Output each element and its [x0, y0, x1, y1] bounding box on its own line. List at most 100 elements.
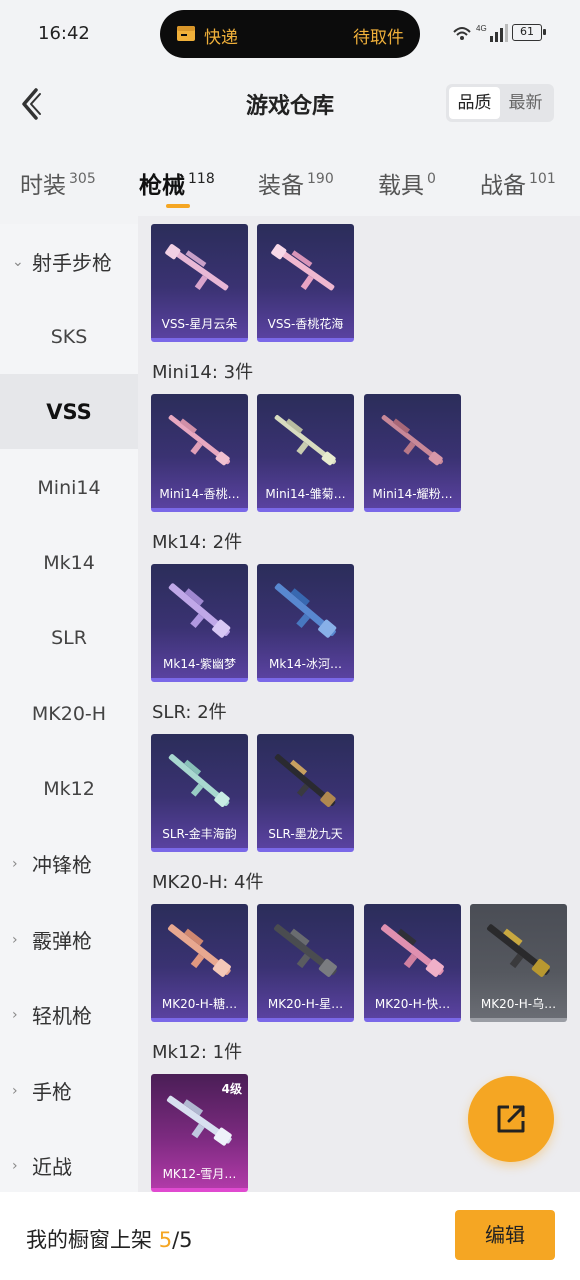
live-notification-pill[interactable]: 快递 待取件 — [160, 10, 420, 58]
weapon-card[interactable]: MK20-H-快… — [364, 904, 461, 1022]
weapon-card[interactable]: MK20-H-乌… — [470, 904, 567, 1022]
weapon-name: SLR-金丰海韵 — [162, 827, 237, 841]
chevron-right-icon: › — [12, 931, 18, 948]
showcase-total-count: 5 — [179, 1228, 193, 1252]
sidebar-group-label: 冲锋枪 — [32, 853, 92, 877]
sidebar-item-sks[interactable]: SKS — [0, 299, 138, 374]
external-link-icon — [497, 1105, 525, 1133]
tab-fashion[interactable]: 时装 305 — [20, 166, 96, 200]
sidebar-group-label: 近战 — [32, 1155, 72, 1179]
weapon-card[interactable]: VSS-香桃花海 — [257, 224, 354, 342]
tab-firearms[interactable]: 枪械 118 — [139, 166, 215, 200]
status-time: 16:42 — [38, 23, 90, 44]
tab-label: 战备 — [480, 173, 526, 199]
sidebar-item-slr[interactable]: SLR — [0, 600, 138, 675]
sidebar-group-label: 霰弹枪 — [32, 929, 92, 953]
share-fab[interactable] — [468, 1076, 554, 1162]
chevron-right-icon: › — [12, 1082, 18, 1099]
weapon-name: VSS-星月云朵 — [161, 317, 238, 331]
sidebar-group-marksman[interactable]: ⌄ 射手步枪 — [0, 224, 138, 299]
tab-count: 190 — [307, 171, 334, 187]
tab-label: 时装 — [20, 173, 66, 199]
section-title: MK20-H: 4件 — [152, 872, 264, 893]
sidebar-group-lmg[interactable]: › 轻机枪 — [0, 977, 138, 1052]
weapon-card[interactable]: Mk14-冰河… — [257, 564, 354, 682]
rifle-icon — [274, 924, 337, 977]
sidebar-group-smg[interactable]: › 冲锋枪 — [0, 826, 138, 901]
rifle-icon — [168, 583, 231, 638]
tab-supplies[interactable]: 战备 101 — [480, 166, 556, 200]
sidebar-group-label: 轻机枪 — [32, 1004, 92, 1028]
chevron-right-icon: › — [12, 855, 18, 872]
rifle-icon — [381, 415, 443, 466]
sidebar-group-label: 手枪 — [32, 1080, 72, 1104]
network-type: 4G — [476, 24, 487, 33]
weapon-grid: VSS-星月云朵 VSS-香桃花海 Mini14: 3件 Mini14-香桃… … — [138, 216, 580, 1192]
weapon-name: VSS-香桃花海 — [267, 317, 344, 331]
weapon-name: MK20-H-快… — [374, 997, 451, 1011]
rifle-icon — [168, 924, 231, 977]
weapon-name: Mini14-雏菊… — [265, 487, 346, 501]
rifle-icon — [168, 415, 230, 466]
weapon-card[interactable]: VSS-星月云朵 — [151, 224, 248, 342]
edit-button[interactable]: 编辑 — [455, 1210, 555, 1260]
rifle-icon — [381, 924, 444, 977]
showcase-footer: 我的橱窗上架 5/5 编辑 — [0, 1192, 580, 1280]
tab-label: 装备 — [258, 173, 304, 199]
weapon-name: MK12-雪月… — [162, 1167, 237, 1181]
weapon-name: MK20-H-糖… — [161, 997, 238, 1011]
weapon-card[interactable]: Mk14-紫幽梦 — [151, 564, 248, 682]
weapon-card[interactable]: Mini14-香桃… — [151, 394, 248, 512]
rifle-icon — [166, 1095, 232, 1146]
chevron-right-icon: › — [12, 1157, 18, 1174]
sidebar-group-label: 射手步枪 — [32, 251, 112, 275]
sort-option-latest[interactable]: 最新 — [500, 87, 551, 119]
weapon-name: Mk14-紫幽梦 — [163, 657, 236, 671]
tab-equipment[interactable]: 装备 190 — [258, 166, 334, 200]
sidebar-item-mini14[interactable]: Mini14 — [0, 450, 138, 525]
showcase-counter: 我的橱窗上架 5/5 — [26, 1224, 193, 1254]
chevron-right-icon: › — [12, 1006, 18, 1023]
tab-count: 0 — [427, 171, 436, 187]
weapon-name: Mk14-冰河… — [269, 657, 342, 671]
weapon-name: SLR-墨龙九天 — [268, 827, 343, 841]
rifle-icon — [165, 244, 229, 291]
section-title: Mini14: 3件 — [152, 362, 254, 383]
notification-title: 快递 — [204, 28, 238, 48]
weapon-card[interactable]: 4级 MK12-雪月… — [151, 1074, 248, 1192]
app-header: 游戏仓库 品质 最新 — [0, 66, 580, 142]
weapon-card[interactable]: SLR-金丰海韵 — [151, 734, 248, 852]
weapon-card[interactable]: Mini14-雏菊… — [257, 394, 354, 512]
package-icon — [177, 26, 195, 41]
rifle-icon — [274, 754, 336, 807]
rifle-icon — [274, 583, 337, 638]
sidebar-item-mk20h[interactable]: MK20-H — [0, 676, 138, 751]
section-title: Mk14: 2件 — [152, 532, 243, 553]
category-tabs: 时装 305 枪械 118 装备 190 载具 0 战备 101 — [0, 150, 580, 216]
sidebar-item-mk12[interactable]: Mk12 — [0, 751, 138, 826]
sort-option-quality[interactable]: 品质 — [449, 87, 500, 119]
showcase-label: 我的橱窗上架 — [26, 1228, 152, 1252]
weapon-card[interactable]: MK20-H-星… — [257, 904, 354, 1022]
weapon-name: Mini14-耀粉… — [372, 487, 453, 501]
tab-count: 305 — [69, 171, 96, 187]
sidebar-item-vss[interactable]: VSS — [0, 374, 138, 449]
sidebar-group-shotgun[interactable]: › 霰弹枪 — [0, 902, 138, 977]
rifle-icon — [487, 924, 550, 977]
rifle-icon — [168, 754, 230, 807]
tab-count: 118 — [188, 171, 215, 187]
weapon-card[interactable]: Mini14-耀粉… — [364, 394, 461, 512]
sidebar-item-mk14[interactable]: Mk14 — [0, 525, 138, 600]
weapon-card[interactable]: MK20-H-糖… — [151, 904, 248, 1022]
sort-toggle: 品质 最新 — [446, 84, 554, 122]
notification-status: 待取件 — [353, 28, 404, 48]
section-title: SLR: 2件 — [152, 702, 227, 723]
weapon-card[interactable]: SLR-墨龙九天 — [257, 734, 354, 852]
tab-vehicles[interactable]: 载具 0 — [378, 166, 436, 200]
chevron-down-icon: ⌄ — [12, 253, 24, 270]
rifle-icon — [271, 244, 335, 291]
tab-label: 枪械 — [139, 173, 185, 199]
section-title: Mk12: 1件 — [152, 1042, 243, 1063]
status-bar: 16:42 快递 待取件 4G 61 — [0, 0, 580, 66]
sidebar-group-pistol[interactable]: › 手枪 — [0, 1053, 138, 1128]
